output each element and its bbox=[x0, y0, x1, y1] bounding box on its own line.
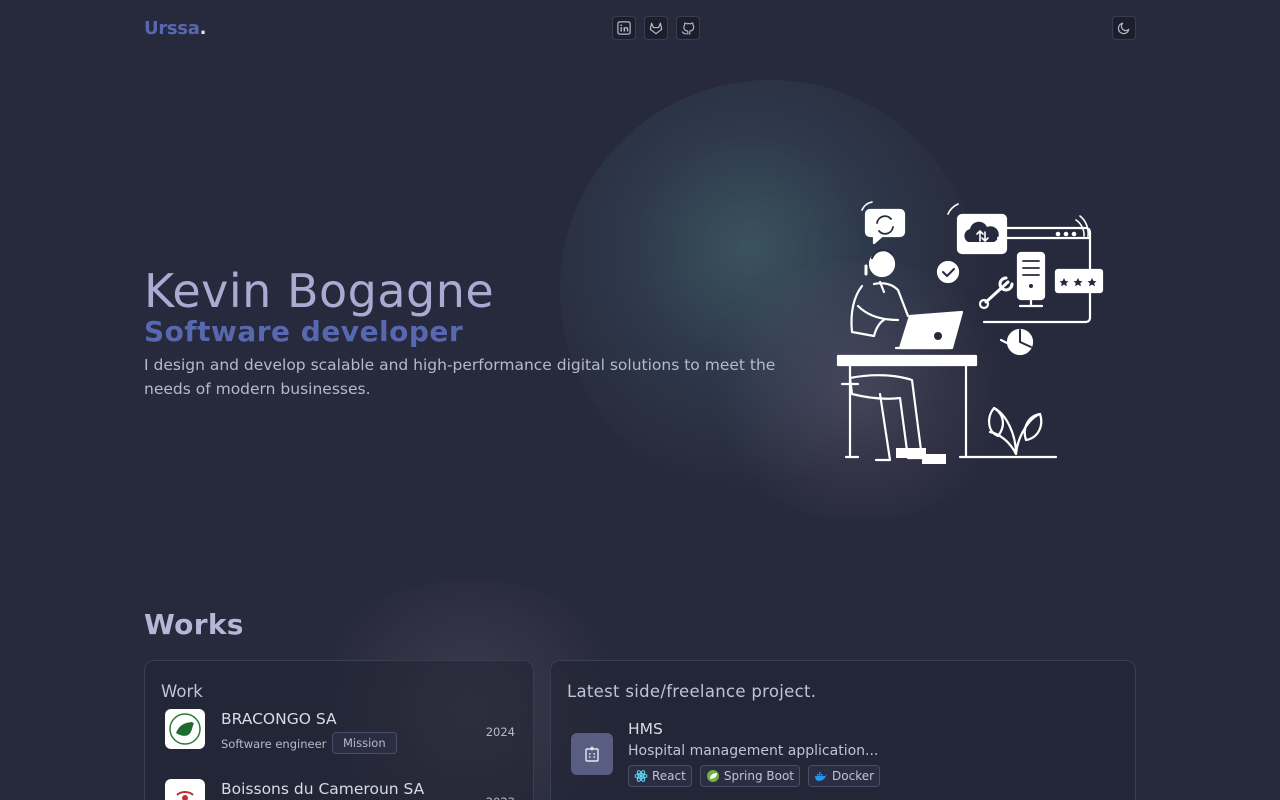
github-icon bbox=[681, 22, 695, 35]
tech-label: Docker bbox=[832, 769, 875, 783]
hero-name: Kevin Bogagne bbox=[144, 264, 495, 318]
company-role: Software engineer bbox=[221, 737, 327, 751]
tech-chip-docker: Docker bbox=[808, 765, 881, 787]
tech-label: Spring Boot bbox=[723, 769, 795, 783]
developer-illustration bbox=[836, 201, 1104, 464]
spring-icon bbox=[706, 770, 719, 782]
gitlab-button[interactable] bbox=[644, 16, 668, 40]
docker-icon bbox=[815, 772, 828, 781]
hospital-icon bbox=[585, 746, 599, 762]
company-name: BRACONGO SA bbox=[221, 710, 337, 728]
company-name: Boissons du Cameroun SA bbox=[221, 780, 425, 798]
gitlab-icon bbox=[649, 22, 663, 35]
logo-dot: . bbox=[199, 18, 207, 39]
boissons-du-cameroun-logo-image bbox=[176, 791, 194, 800]
linkedin-button[interactable] bbox=[612, 16, 636, 40]
github-button[interactable] bbox=[676, 16, 700, 40]
hero-description: I design and develop scalable and high-p… bbox=[144, 356, 776, 398]
mission-tag: Mission bbox=[332, 732, 397, 754]
tech-label: React bbox=[652, 769, 686, 783]
project-name[interactable]: HMS bbox=[628, 720, 663, 738]
work-item[interactable]: BRACONGO SA Software engineer Mission 20… bbox=[165, 709, 515, 757]
hero-role: Software developer bbox=[144, 315, 464, 348]
work-year: 2024 bbox=[485, 725, 515, 739]
moon-icon bbox=[1117, 22, 1130, 35]
site-logo[interactable]: Urssa. bbox=[144, 18, 206, 39]
work-card-title: Work bbox=[161, 682, 203, 701]
work-card: Work BRACONGO SA Software engineer Missi… bbox=[144, 660, 534, 800]
logo-text: Urssa bbox=[144, 18, 200, 39]
project-card: Latest side/freelance project. HMS Hospi… bbox=[550, 660, 1136, 800]
react-icon bbox=[634, 770, 648, 782]
works-section-title: Works bbox=[144, 608, 244, 641]
bracongo-logo-image bbox=[169, 713, 201, 745]
tech-chip-spring-boot: Spring Boot bbox=[699, 765, 801, 787]
work-year: 2023 bbox=[486, 795, 515, 800]
project-description: Hospital management application... bbox=[628, 743, 879, 759]
tech-stack: React Spring Boot Docker bbox=[628, 765, 881, 787]
tech-chip-react: React bbox=[628, 765, 692, 787]
theme-toggle-button[interactable] bbox=[1112, 16, 1136, 40]
boissons-du-cameroun-logo bbox=[165, 779, 205, 800]
bracongo-logo bbox=[165, 709, 205, 749]
project-icon bbox=[571, 733, 613, 775]
social-links bbox=[612, 16, 700, 40]
work-item[interactable]: Boissons du Cameroun SA 2023 bbox=[165, 779, 515, 800]
project-card-title: Latest side/freelance project. bbox=[567, 682, 817, 701]
linkedin-icon bbox=[617, 21, 631, 35]
